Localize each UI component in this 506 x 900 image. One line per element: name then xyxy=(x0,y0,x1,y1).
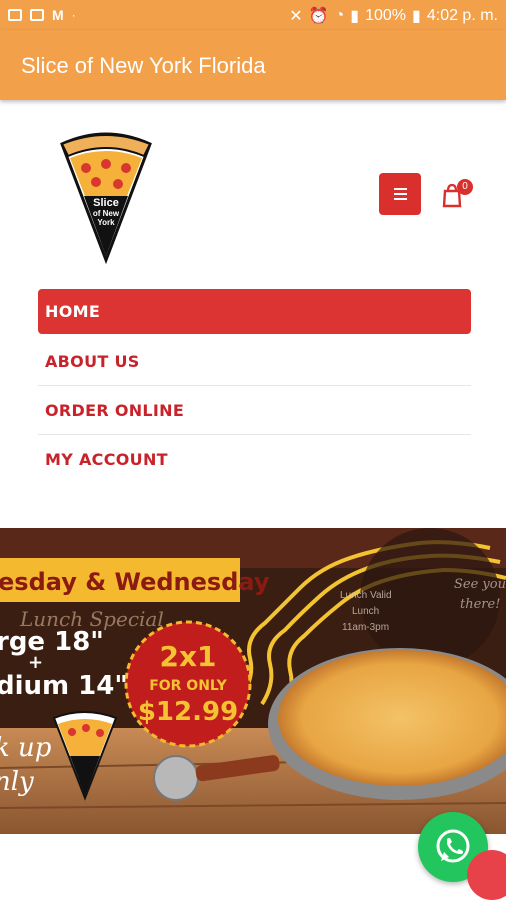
size-large-text: rge 18" xyxy=(0,627,104,657)
hours-sub: Lunch xyxy=(352,606,379,617)
hamburger-icon-line xyxy=(393,193,407,195)
promo-banner[interactable]: esday & Wednesday Lunch Special rge 18" … xyxy=(0,528,506,834)
whatsapp-icon xyxy=(436,829,470,863)
app-bar: Slice of New York Florida xyxy=(0,30,506,100)
battery-icon: ▮ xyxy=(412,8,421,25)
nav-item-about-us[interactable]: ABOUT US xyxy=(38,337,471,386)
status-bar: M · ✕ ⏰ ◔ ▮ 100% ▮ 4:02 p. m. xyxy=(0,0,506,30)
menu-button[interactable] xyxy=(379,173,421,215)
gmail-notification-icon: M xyxy=(52,7,64,23)
floating-action-button[interactable] xyxy=(467,850,506,900)
deal-text: 2x1 xyxy=(159,640,216,673)
pickup-line1: k up xyxy=(0,733,52,763)
screen-notification-icon xyxy=(30,9,44,21)
mute-icon: ✕ xyxy=(289,8,303,25)
hamburger-icon-line xyxy=(393,198,407,200)
wifi-icon: ◔ xyxy=(334,7,345,24)
nav-item-my-account[interactable]: MY ACCOUNT xyxy=(38,435,471,484)
days-text: esday & Wednesday xyxy=(0,568,270,596)
alarm-icon: ⏰ xyxy=(308,8,329,25)
battery-percent: 100% xyxy=(365,7,407,24)
pizza-slice-logo[interactable]: Slice of New York xyxy=(56,124,156,264)
logo-text-3: York xyxy=(97,218,115,227)
nav-item-home[interactable]: HOME xyxy=(38,289,471,334)
size-medium-text: dium 14" xyxy=(0,671,128,701)
clock: 4:02 p. m. xyxy=(426,7,498,24)
there-text: there! xyxy=(460,597,500,612)
signal-icon: ▮ xyxy=(350,8,360,25)
dot-icon: · xyxy=(71,8,76,22)
logo-text-1: Slice xyxy=(93,197,119,209)
hours-time: 11am-3pm xyxy=(342,622,389,633)
nav-item-order-online[interactable]: ORDER ONLINE xyxy=(38,386,471,435)
main-nav: HOME ABOUT US ORDER ONLINE MY ACCOUNT xyxy=(38,289,471,484)
pickup-line2: nly xyxy=(0,767,34,797)
gallery-notification-icon xyxy=(8,9,22,21)
see-you-text: See you xyxy=(454,577,506,592)
app-title: Slice of New York Florida xyxy=(21,53,266,78)
price-text: $12.99 xyxy=(138,697,238,727)
plus-text: + xyxy=(28,652,43,673)
logo-text-2: of New xyxy=(93,209,120,218)
hours-title: Lunch Valid xyxy=(340,590,392,601)
hamburger-icon xyxy=(393,188,407,190)
for-only-text: FOR ONLY xyxy=(149,678,227,694)
cart-count-badge: 0 xyxy=(457,179,473,195)
